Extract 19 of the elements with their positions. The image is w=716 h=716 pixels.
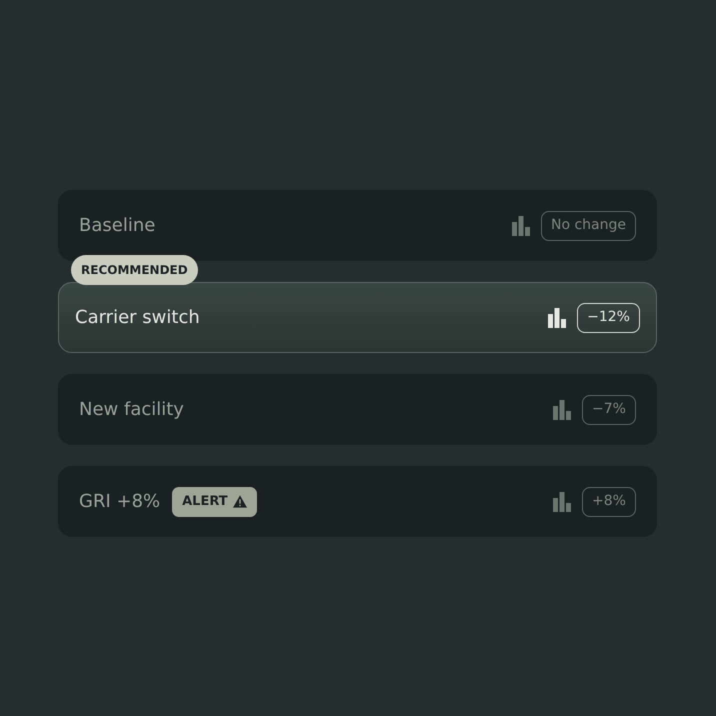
bar-chart-icon (510, 216, 531, 236)
change-badge: +8% (582, 486, 636, 516)
alert-tag: ALERT (172, 486, 257, 516)
change-badge: −12% (577, 302, 640, 332)
change-badge: −7% (582, 394, 636, 424)
scenario-card[interactable]: Carrier switch −12% (58, 282, 657, 353)
recommended-badge: RECOMMENDED (71, 255, 198, 285)
bar-chart-icon (547, 308, 568, 328)
warning-icon (232, 495, 247, 508)
scenario-label: GRI +8% (79, 490, 160, 514)
change-badge: No change (540, 210, 636, 240)
scenario-card[interactable]: New facility −7% (58, 374, 657, 445)
bar-chart-icon (552, 492, 572, 512)
scenario-label: New facility (79, 398, 184, 422)
scenario-label: Baseline (79, 214, 156, 238)
scenario-card[interactable]: Baseline No change (58, 190, 657, 261)
scenario-card[interactable]: GRI +8% ALERT +8% (58, 466, 657, 537)
scenario-label: Carrier switch (75, 306, 200, 330)
bar-chart-icon (552, 400, 572, 420)
